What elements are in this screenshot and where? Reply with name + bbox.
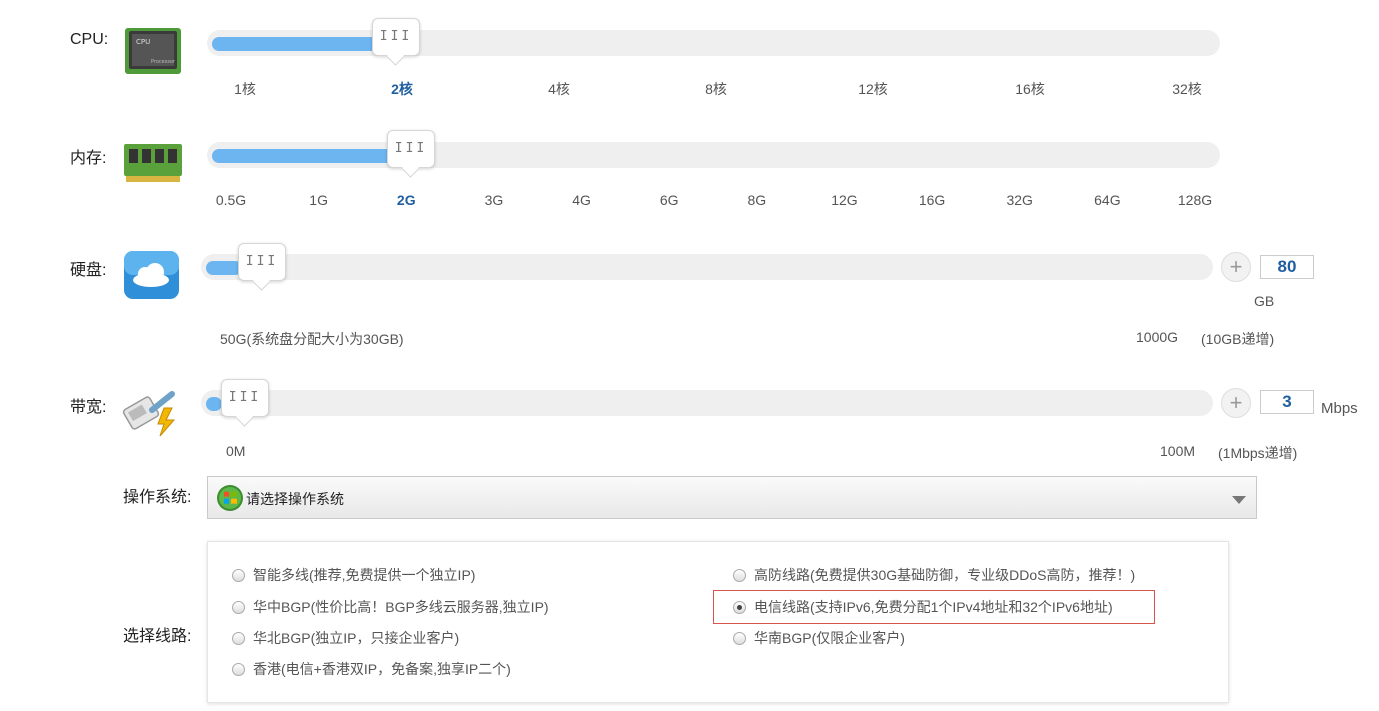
memory-tick-label[interactable]: 32G — [1006, 192, 1032, 208]
os-select[interactable]: 请选择操作系统 — [207, 476, 1257, 519]
memory-tick-label[interactable]: 4G — [572, 192, 591, 208]
bandwidth-value-input[interactable]: 3 — [1260, 390, 1314, 414]
disk-step-label: (10GB递增) — [1201, 329, 1274, 349]
bandwidth-slider-fill — [206, 397, 222, 411]
bandwidth-slider-track[interactable] — [201, 390, 1213, 416]
memory-tick-label[interactable]: 8G — [747, 192, 766, 208]
line-option-label: 华北BGP(独立IP，只接企业客户) — [253, 630, 459, 646]
line-option-label: 香港(电信+香港双IP，免备案,独享IP二个) — [253, 661, 511, 677]
svg-text:CPU: CPU — [136, 38, 150, 46]
line-option-label: 华南BGP(仅限企业客户) — [754, 630, 905, 646]
disk-slider-handle[interactable]: III — [238, 243, 286, 281]
radio-icon — [733, 569, 746, 582]
memory-tick-label[interactable]: 0.5G — [216, 192, 246, 208]
cpu-tick-label[interactable]: 12核 — [858, 79, 888, 99]
cpu-slider-track[interactable] — [207, 30, 1220, 56]
bandwidth-max-label: 100M — [1160, 443, 1195, 459]
windows-logo-icon — [216, 484, 244, 512]
radio-icon — [232, 632, 245, 645]
cpu-tick-label[interactable]: 32核 — [1172, 79, 1202, 99]
bandwidth-slider-handle[interactable]: III — [221, 379, 269, 417]
grip-icon: III — [239, 254, 285, 269]
grip-icon: III — [373, 29, 419, 44]
line-option[interactable]: 华中BGP(性价比高！BGP多线云服务器,独立IP) — [232, 597, 549, 617]
memory-tick-label[interactable]: 16G — [919, 192, 945, 208]
chevron-down-icon — [1232, 496, 1246, 504]
memory-tick-label[interactable]: 6G — [660, 192, 679, 208]
line-option[interactable]: 华南BGP(仅限企业客户) — [733, 628, 905, 648]
disk-value-input[interactable]: 80 — [1260, 255, 1314, 279]
bandwidth-step-label: (1Mbps递增) — [1218, 443, 1297, 463]
memory-label: 内存: — [70, 144, 106, 168]
radio-selected-icon — [733, 601, 746, 614]
line-option-label: 高防线路(免费提供30G基础防御，专业级DDoS高防，推荐！) — [754, 567, 1135, 583]
cpu-tick-label[interactable]: 1核 — [234, 79, 256, 99]
memory-tick-label[interactable]: 2G — [397, 192, 416, 208]
bandwidth-label: 带宽: — [70, 393, 106, 417]
memory-tick-label[interactable]: 3G — [485, 192, 504, 208]
disk-label: 硬盘: — [70, 256, 106, 280]
cpu-tick-label[interactable]: 8核 — [705, 79, 727, 99]
network-cable-icon — [122, 388, 184, 438]
cpu-tick-label[interactable]: 4核 — [548, 79, 570, 99]
radio-icon — [232, 663, 245, 676]
os-label: 操作系统: — [123, 483, 191, 507]
svg-text:Processor: Processor — [151, 59, 176, 65]
memory-slider-fill — [212, 149, 394, 163]
cloud-icon — [123, 250, 180, 300]
cpu-tick-label[interactable]: 2核 — [391, 79, 413, 99]
line-option-label: 智能多线(推荐,免费提供一个独立IP) — [253, 567, 475, 583]
line-option[interactable]: 高防线路(免费提供30G基础防御，专业级DDoS高防，推荐！) — [733, 565, 1135, 585]
disk-unit: GB — [1254, 293, 1274, 309]
line-option[interactable]: 华北BGP(独立IP，只接企业客户) — [232, 628, 459, 648]
cpu-tick-label[interactable]: 16核 — [1015, 79, 1045, 99]
cpu-slider-fill — [212, 37, 380, 51]
memory-slider-track[interactable] — [207, 142, 1220, 168]
memory-tick-label[interactable]: 128G — [1178, 192, 1212, 208]
grip-icon: III — [222, 390, 268, 405]
disk-increase-button[interactable]: + — [1221, 252, 1251, 282]
memory-tick-label[interactable]: 64G — [1094, 192, 1120, 208]
os-select-value: 请选择操作系统 — [246, 489, 344, 509]
disk-slider-fill — [206, 261, 242, 275]
memory-slider-handle[interactable]: III — [387, 130, 435, 168]
cpu-slider-handle[interactable]: III — [372, 18, 420, 56]
cpu-label: CPU: — [70, 31, 108, 49]
line-option-label: 电信线路(支持IPv6,免费分配1个IPv4地址和32个IPv6地址) — [754, 599, 1113, 615]
bandwidth-unit: Mbps — [1321, 400, 1358, 417]
radio-icon — [232, 569, 245, 582]
cpu-chip-icon: CPU Processor — [123, 26, 183, 76]
line-option[interactable]: 智能多线(推荐,免费提供一个独立IP) — [232, 565, 475, 585]
disk-max-label: 1000G — [1136, 329, 1178, 345]
disk-slider-track[interactable] — [201, 254, 1213, 280]
line-option[interactable]: 香港(电信+香港双IP，免备案,独享IP二个) — [232, 659, 511, 679]
radio-icon — [232, 601, 245, 614]
grip-icon: III — [388, 141, 434, 156]
line-option-selected[interactable]: 电信线路(支持IPv6,免费分配1个IPv4地址和32个IPv6地址) — [733, 597, 1113, 617]
disk-min-label: 50G(系统盘分配大小为30GB) — [220, 329, 404, 349]
ram-module-icon — [123, 142, 183, 184]
line-option-label: 华中BGP(性价比高！BGP多线云服务器,独立IP) — [253, 599, 549, 615]
bandwidth-min-label: 0M — [226, 443, 245, 459]
radio-icon — [733, 632, 746, 645]
memory-tick-label[interactable]: 12G — [831, 192, 857, 208]
line-label: 选择线路: — [123, 622, 191, 646]
memory-tick-label[interactable]: 1G — [309, 192, 328, 208]
bandwidth-increase-button[interactable]: + — [1221, 388, 1251, 418]
